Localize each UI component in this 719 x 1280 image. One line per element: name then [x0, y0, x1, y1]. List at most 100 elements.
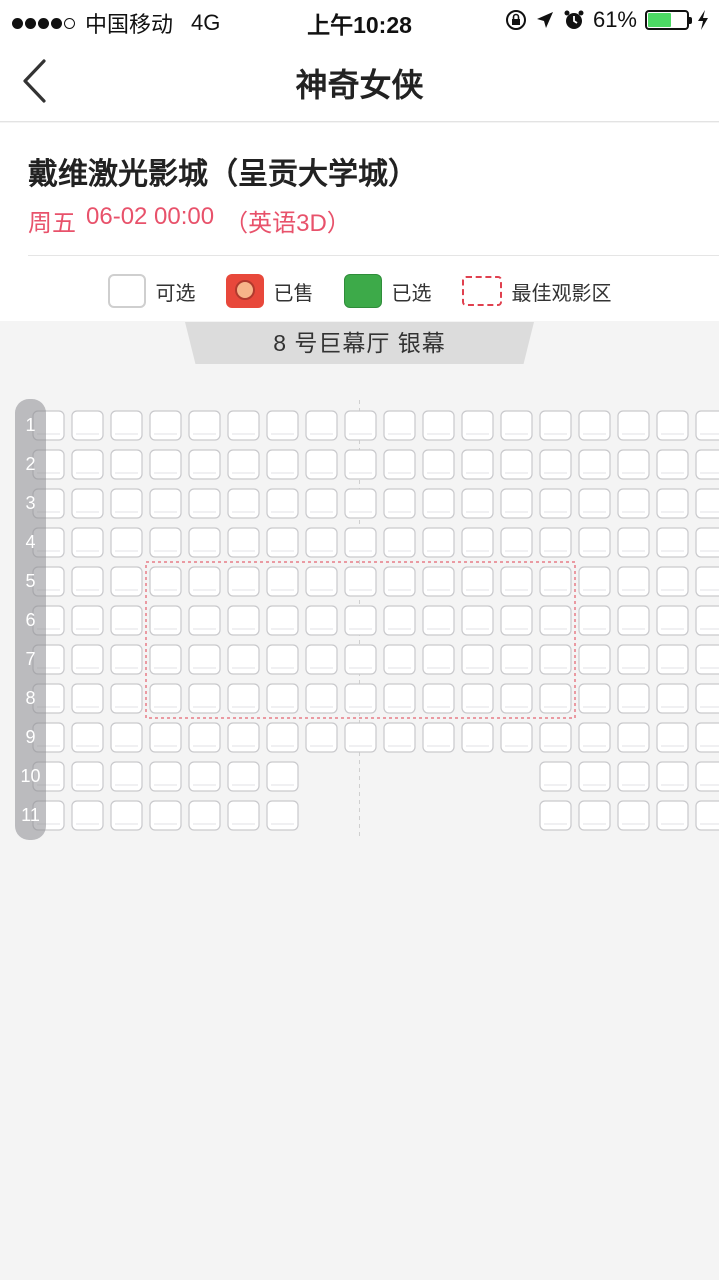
- seat-r3-c2[interactable]: [71, 488, 104, 519]
- seat-r8-c3[interactable]: [110, 683, 143, 714]
- seat-r2-c9[interactable]: [344, 449, 377, 480]
- seat-r3-c11[interactable]: [422, 488, 455, 519]
- seat-r5-c15[interactable]: [578, 566, 611, 597]
- seat-r6-c7[interactable]: [266, 605, 299, 636]
- seat-r1-c16[interactable]: [617, 410, 650, 441]
- seat-r2-c15[interactable]: [578, 449, 611, 480]
- seat-r8-c2[interactable]: [71, 683, 104, 714]
- seat-r7-c11[interactable]: [422, 644, 455, 675]
- seat-r1-c11[interactable]: [422, 410, 455, 441]
- seat-r5-c4[interactable]: [149, 566, 182, 597]
- seat-r3-c16[interactable]: [617, 488, 650, 519]
- seat-r1-c9[interactable]: [344, 410, 377, 441]
- seat-r3-c9[interactable]: [344, 488, 377, 519]
- seat-r9-c5[interactable]: [188, 722, 221, 753]
- seat-r7-c9[interactable]: [344, 644, 377, 675]
- seat-r9-c9[interactable]: [344, 722, 377, 753]
- seat-r2-c18[interactable]: [695, 449, 719, 480]
- seat-r4-c17[interactable]: [656, 527, 689, 558]
- seat-r8-c13[interactable]: [500, 683, 533, 714]
- seat-r5-c9[interactable]: [344, 566, 377, 597]
- seat-r9-c15[interactable]: [578, 722, 611, 753]
- seat-r1-c13[interactable]: [500, 410, 533, 441]
- seat-r4-c18[interactable]: [695, 527, 719, 558]
- seat-r4-c14[interactable]: [539, 527, 572, 558]
- seat-r6-c4[interactable]: [149, 605, 182, 636]
- seat-r9-c7[interactable]: [266, 722, 299, 753]
- seat-r9-c10[interactable]: [383, 722, 416, 753]
- seat-r9-c12[interactable]: [461, 722, 494, 753]
- seat-r11-c5[interactable]: [188, 800, 221, 831]
- seat-r10-c14[interactable]: [539, 761, 572, 792]
- seat-r5-c5[interactable]: [188, 566, 221, 597]
- seat-r1-c3[interactable]: [110, 410, 143, 441]
- seat-r8-c15[interactable]: [578, 683, 611, 714]
- seat-r6-c17[interactable]: [656, 605, 689, 636]
- seat-r7-c10[interactable]: [383, 644, 416, 675]
- seat-r10-c17[interactable]: [656, 761, 689, 792]
- seat-r8-c18[interactable]: [695, 683, 719, 714]
- seat-r7-c2[interactable]: [71, 644, 104, 675]
- seat-map[interactable]: 8 号巨幕厅 银幕 1 2 3 4 5 6 7 8 9 10 11: [0, 322, 719, 1280]
- seat-r11-c4[interactable]: [149, 800, 182, 831]
- seat-r4-c7[interactable]: [266, 527, 299, 558]
- seat-r7-c15[interactable]: [578, 644, 611, 675]
- seat-r3-c4[interactable]: [149, 488, 182, 519]
- seat-r9-c17[interactable]: [656, 722, 689, 753]
- seat-r4-c4[interactable]: [149, 527, 182, 558]
- seat-r3-c5[interactable]: [188, 488, 221, 519]
- seat-r8-c9[interactable]: [344, 683, 377, 714]
- seat-r9-c11[interactable]: [422, 722, 455, 753]
- seat-r1-c15[interactable]: [578, 410, 611, 441]
- seat-r10-c6[interactable]: [227, 761, 260, 792]
- seat-r11-c6[interactable]: [227, 800, 260, 831]
- seat-r3-c14[interactable]: [539, 488, 572, 519]
- seat-r2-c7[interactable]: [266, 449, 299, 480]
- seat-r10-c5[interactable]: [188, 761, 221, 792]
- seat-r6-c18[interactable]: [695, 605, 719, 636]
- seat-r10-c3[interactable]: [110, 761, 143, 792]
- seat-r9-c14[interactable]: [539, 722, 572, 753]
- seat-r3-c17[interactable]: [656, 488, 689, 519]
- seat-r8-c16[interactable]: [617, 683, 650, 714]
- seat-r3-c3[interactable]: [110, 488, 143, 519]
- seat-r4-c2[interactable]: [71, 527, 104, 558]
- seat-r1-c5[interactable]: [188, 410, 221, 441]
- seat-r11-c18[interactable]: [695, 800, 719, 831]
- seat-r1-c4[interactable]: [149, 410, 182, 441]
- seat-r2-c17[interactable]: [656, 449, 689, 480]
- seat-r11-c15[interactable]: [578, 800, 611, 831]
- seat-r6-c2[interactable]: [71, 605, 104, 636]
- seat-r3-c6[interactable]: [227, 488, 260, 519]
- seat-r5-c3[interactable]: [110, 566, 143, 597]
- seat-r6-c15[interactable]: [578, 605, 611, 636]
- seat-r6-c13[interactable]: [500, 605, 533, 636]
- seat-r8-c8[interactable]: [305, 683, 338, 714]
- seat-r6-c5[interactable]: [188, 605, 221, 636]
- seat-r8-c11[interactable]: [422, 683, 455, 714]
- seat-r6-c14[interactable]: [539, 605, 572, 636]
- seat-r4-c16[interactable]: [617, 527, 650, 558]
- seat-r5-c12[interactable]: [461, 566, 494, 597]
- seat-r7-c3[interactable]: [110, 644, 143, 675]
- seat-r6-c6[interactable]: [227, 605, 260, 636]
- seat-r2-c16[interactable]: [617, 449, 650, 480]
- seat-r7-c16[interactable]: [617, 644, 650, 675]
- seat-r9-c6[interactable]: [227, 722, 260, 753]
- seat-r7-c4[interactable]: [149, 644, 182, 675]
- seat-r8-c10[interactable]: [383, 683, 416, 714]
- seat-r2-c5[interactable]: [188, 449, 221, 480]
- seat-r7-c7[interactable]: [266, 644, 299, 675]
- seat-r8-c17[interactable]: [656, 683, 689, 714]
- seat-r5-c10[interactable]: [383, 566, 416, 597]
- seat-r9-c3[interactable]: [110, 722, 143, 753]
- seat-r11-c7[interactable]: [266, 800, 299, 831]
- seat-r7-c13[interactable]: [500, 644, 533, 675]
- seat-r5-c7[interactable]: [266, 566, 299, 597]
- seat-r10-c16[interactable]: [617, 761, 650, 792]
- seat-r6-c8[interactable]: [305, 605, 338, 636]
- seat-r2-c11[interactable]: [422, 449, 455, 480]
- seat-r1-c10[interactable]: [383, 410, 416, 441]
- seat-r3-c13[interactable]: [500, 488, 533, 519]
- seat-r3-c7[interactable]: [266, 488, 299, 519]
